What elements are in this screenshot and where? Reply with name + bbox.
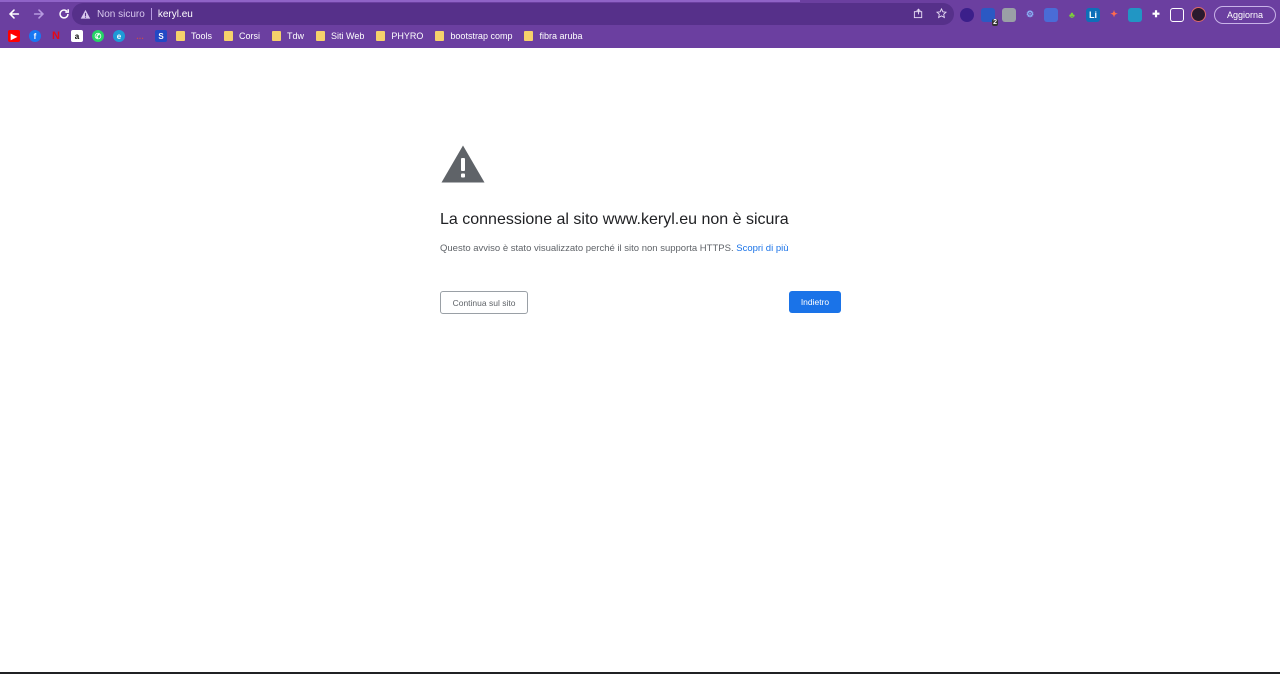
security-status[interactable]: Non sicuro xyxy=(97,9,145,20)
forward-nav-button[interactable] xyxy=(28,3,50,25)
separator xyxy=(150,8,152,20)
puzzle-icon[interactable]: ✚ xyxy=(1149,8,1163,22)
warning-triangle-icon[interactable] xyxy=(80,8,92,20)
page-title: La connessione al sito www.keryl.eu non … xyxy=(440,211,789,228)
reload-icon xyxy=(59,9,69,19)
s-icon[interactable]: S xyxy=(155,30,167,42)
gear-extension-icon[interactable]: ⚙ xyxy=(1023,8,1037,22)
bitwarden-icon[interactable]: 2 xyxy=(981,7,998,26)
linkedin-icon[interactable]: Li xyxy=(1086,7,1100,22)
extension-5-icon[interactable] xyxy=(1044,7,1058,22)
folder-icon xyxy=(176,31,185,41)
back-button[interactable]: Indietro xyxy=(789,291,841,313)
bookmark-folder-tools[interactable]: Tools xyxy=(176,31,212,41)
continue-to-site-button[interactable]: Continua sul sito xyxy=(440,291,528,314)
omnibox-actions xyxy=(912,7,948,20)
warning-description: Questo avviso è stato visualizzato perch… xyxy=(440,243,789,254)
star-icon[interactable] xyxy=(935,7,948,20)
address-bar[interactable]: Non sicuro keryl.eu xyxy=(72,3,954,25)
extension-8-icon[interactable]: ✦ xyxy=(1107,8,1121,22)
folder-icon xyxy=(272,31,282,41)
bookmark-folder-siti-web[interactable]: Siti Web xyxy=(316,31,364,41)
bookmark-folder-bootstrap-comp[interactable]: bootstrap comp xyxy=(435,31,512,41)
folder-icon xyxy=(524,31,534,41)
toolbar: Non sicuro keryl.eu 2 ⚙ ♣ Li ✦ ✚ Aggiorn… xyxy=(0,2,1280,26)
interstitial-page: La connessione al sito www.keryl.eu non … xyxy=(0,48,1280,672)
extension-3-icon[interactable] xyxy=(1002,7,1016,22)
bookmark-icon[interactable]: … xyxy=(134,30,146,42)
folder-icon xyxy=(435,31,445,41)
extension-badge: 2 xyxy=(992,18,998,26)
bookmark-folder-tdw[interactable]: Tdw xyxy=(272,31,304,41)
folder-icon xyxy=(224,31,234,41)
youtube-icon[interactable]: ▶ xyxy=(8,30,20,42)
browser-chrome: Non sicuro keryl.eu 2 ⚙ ♣ Li ✦ ✚ Aggiorn… xyxy=(0,0,1280,48)
extension-9-icon[interactable] xyxy=(1128,7,1142,22)
back-nav-button[interactable] xyxy=(3,3,25,25)
bookmark-folder-corsi[interactable]: Corsi xyxy=(224,31,260,41)
amazon-icon[interactable]: a xyxy=(71,30,83,42)
arrow-right-icon xyxy=(33,9,45,19)
bookmark-folder-fibra-aruba[interactable]: fibra aruba xyxy=(524,31,583,41)
bookmark-folder-phyro[interactable]: PHYRO xyxy=(376,31,423,41)
folder-icon xyxy=(316,31,326,41)
avatar[interactable] xyxy=(1191,7,1206,22)
warning-triangle-icon xyxy=(441,145,485,183)
update-button[interactable]: Aggiorna xyxy=(1214,6,1276,24)
share-icon[interactable] xyxy=(912,7,925,20)
folder-icon xyxy=(376,31,386,41)
bookmarks-bar: ▶ f N a ✆ e … S Tools Corsi Tdw Siti Web… xyxy=(0,26,1280,46)
whatsapp-icon[interactable]: ✆ xyxy=(92,30,104,42)
learn-more-link[interactable]: Scopri di più xyxy=(736,243,788,254)
edge-icon[interactable]: e xyxy=(113,30,125,42)
extension-6-icon[interactable]: ♣ xyxy=(1065,8,1079,22)
side-panel-icon[interactable] xyxy=(1170,7,1184,22)
facebook-icon[interactable]: f xyxy=(29,30,41,42)
extension-1-icon[interactable] xyxy=(960,7,974,22)
extensions-bar: 2 ⚙ ♣ Li ✦ ✚ xyxy=(960,7,1206,26)
netflix-icon[interactable]: N xyxy=(50,30,62,42)
url-text[interactable]: keryl.eu xyxy=(158,9,193,20)
description-text: Questo avviso è stato visualizzato perch… xyxy=(440,243,734,254)
arrow-left-icon xyxy=(8,9,20,19)
